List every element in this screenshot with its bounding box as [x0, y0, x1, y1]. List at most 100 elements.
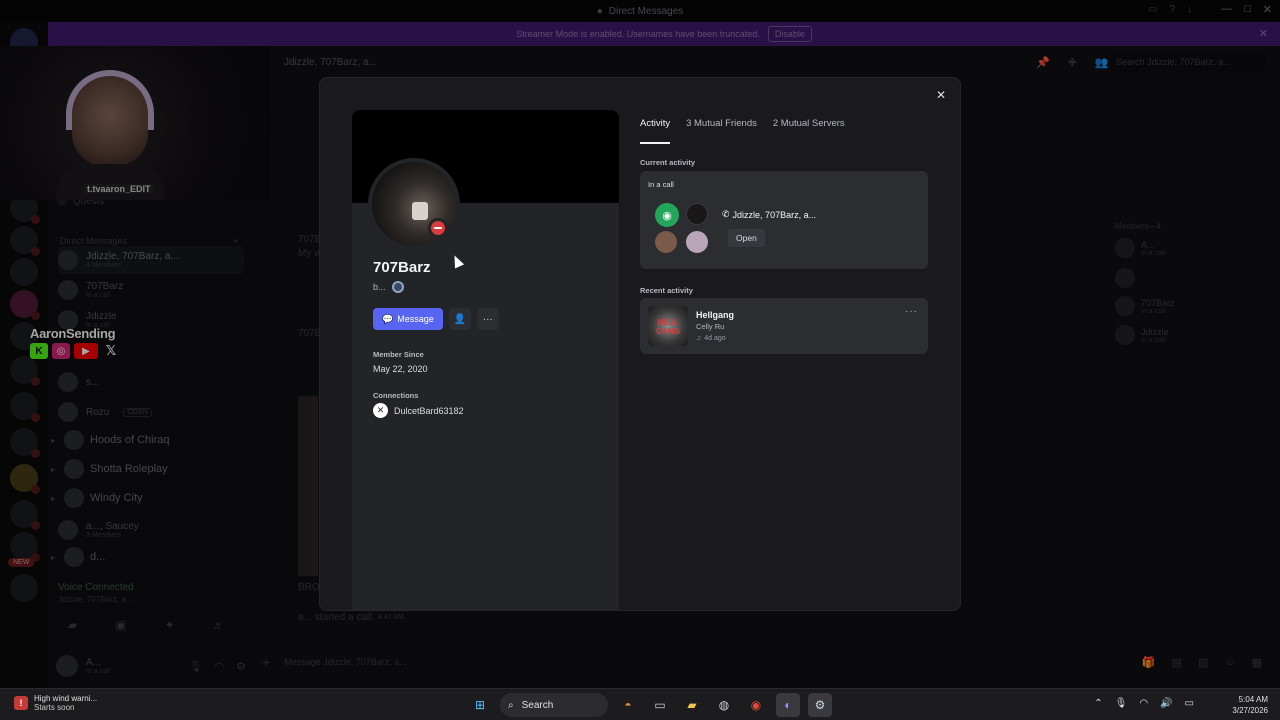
server-folder[interactable]: ▸ Shotta Roleplay	[48, 456, 248, 482]
wifi-icon[interactable]: ◠	[1139, 698, 1148, 709]
maximize-button[interactable]: □	[1244, 3, 1251, 16]
tab-activity[interactable]: Activity	[640, 118, 671, 144]
window-controls: — □ ✕	[1221, 3, 1272, 16]
server-icon[interactable]	[10, 428, 40, 458]
friend-status-button[interactable]: 👤	[448, 308, 471, 330]
image-attachment[interactable]	[298, 396, 318, 576]
server-icon[interactable]	[10, 464, 40, 494]
clock[interactable]: 5:04 AM 3/27/2026	[1232, 694, 1268, 716]
task-view-icon[interactable]: ▭	[648, 693, 672, 717]
server-icon[interactable]	[10, 290, 40, 320]
message-button[interactable]: 💬 Message	[373, 308, 443, 330]
dm-item[interactable]: a..., Saucey 3 Members	[58, 516, 244, 544]
soundboard-icon[interactable]: ♬	[213, 618, 225, 632]
discord-taskbar-icon[interactable]: ◐	[776, 693, 800, 717]
taskbar-search[interactable]: ⌕ Search	[500, 693, 608, 717]
tab-mutual-servers[interactable]: 2 Mutual Servers	[773, 118, 845, 140]
chevron-up-icon[interactable]: ⌃	[1094, 698, 1102, 709]
message-input[interactable]: Message Jdizzle, 707Barz, a...	[284, 657, 407, 667]
add-attachment-icon[interactable]: +	[262, 654, 270, 670]
x-icon: 𝕏	[105, 343, 117, 358]
add-dm-icon[interactable]: +	[233, 236, 238, 246]
chrome-icon[interactable]: ◉	[744, 693, 768, 717]
emoji-icon[interactable]: ☺	[1224, 656, 1235, 669]
member-item[interactable]: A... In a call	[1115, 238, 1165, 258]
headphones-icon[interactable]: ◠	[215, 660, 225, 673]
server-folder[interactable]: ▸ d...	[48, 544, 248, 570]
banner-text: Streamer Mode is enabled. Usernames have…	[516, 29, 760, 39]
avatar[interactable]	[56, 655, 78, 677]
avatar	[1115, 268, 1135, 288]
server-icon[interactable]	[10, 532, 40, 562]
members-icon[interactable]: 👥	[1095, 56, 1109, 69]
avatar	[64, 547, 84, 567]
chat-title: Jdizzle, 707Barz, a...	[284, 56, 377, 68]
server-folder[interactable]: ▸ Hoods of Chiraq	[48, 427, 248, 453]
server-icon[interactable]	[10, 392, 40, 422]
close-window-button[interactable]: ✕	[1263, 3, 1272, 16]
server-icon[interactable]	[10, 356, 40, 386]
server-icon[interactable]	[10, 574, 38, 602]
activities-icon[interactable]: ✦	[165, 618, 175, 632]
dm-item[interactable]: Jdizzle, 707Barz, a... 4 Members	[58, 246, 244, 274]
call-name: ✆ Jdizzle, 707Barz, a...	[722, 209, 817, 220]
participant-avatar	[686, 231, 708, 253]
screen-share-icon[interactable]: ▣	[115, 618, 126, 632]
search-icon: ⌕	[508, 699, 514, 711]
member-item[interactable]: Jdizzle In a call	[1115, 325, 1169, 345]
recent-title: Hellgang	[696, 310, 735, 320]
member-item[interactable]: 707Barz In a call	[1115, 296, 1175, 316]
open-call-button[interactable]: Open	[728, 229, 765, 247]
member-item[interactable]	[1115, 268, 1135, 288]
obs-icon[interactable]: ◍	[712, 693, 736, 717]
participant-avatar	[655, 231, 677, 253]
weather-widget[interactable]: ! High wind warni... Starts soon	[14, 694, 97, 712]
chevron-right-icon: ▸	[50, 435, 55, 445]
disable-streamer-mode-button[interactable]: Disable	[767, 26, 812, 42]
sticker-icon[interactable]: ▧	[1198, 656, 1208, 669]
avatar	[1115, 238, 1135, 258]
instagram-icon: ◎	[52, 343, 70, 359]
inbox-icon[interactable]: ▭	[1148, 4, 1157, 15]
desktop: ● Direct Messages ▭ ? ↓ — □ ✕ Streamer M…	[0, 0, 1280, 720]
chevron-right-icon: ▸	[50, 493, 55, 503]
microphone-icon[interactable]: 🎙	[189, 660, 203, 673]
minimize-button[interactable]: —	[1221, 3, 1232, 16]
server-icon[interactable]	[10, 226, 40, 256]
volume-icon[interactable]: 🔊	[1160, 698, 1172, 709]
widgets-icon[interactable]: ◓	[616, 693, 640, 717]
search-input[interactable]: Search Jdizzle, 707Barz, a...	[1110, 52, 1266, 72]
add-friend-icon[interactable]: ✚	[1068, 56, 1077, 69]
gif-icon[interactable]: ▤	[1172, 656, 1182, 669]
more-options-button[interactable]: ···	[476, 308, 499, 330]
help-icon[interactable]: ?	[1169, 4, 1175, 15]
file-explorer-icon[interactable]: ▰	[680, 693, 704, 717]
steam-icon[interactable]: ⚙	[808, 693, 832, 717]
server-folder[interactable]: ▸ Windy City	[48, 485, 248, 511]
recent-time: ♫ 4d ago	[696, 335, 726, 342]
taskbar-apps: ⊞ ⌕ Search ◓ ▭ ▰ ◍ ◉ ◐ ⚙	[468, 693, 832, 717]
battery-icon[interactable]: ▭	[1185, 698, 1194, 709]
pin-icon[interactable]: 📌	[1036, 56, 1050, 69]
avatar	[64, 459, 84, 479]
settings-gear-icon[interactable]: ⚙	[236, 660, 246, 673]
tab-mutual-friends[interactable]: 3 Mutual Friends	[686, 118, 757, 140]
camera-off-icon[interactable]: ▰	[68, 618, 77, 632]
profile-avatar[interactable]	[368, 158, 460, 250]
server-icon[interactable]	[10, 500, 40, 530]
dm-item[interactable]: 707Barz In a call	[58, 276, 244, 304]
apps-icon[interactable]: ▦	[1252, 656, 1262, 669]
dm-item[interactable]: s...	[58, 368, 244, 396]
close-modal-icon[interactable]: ✕	[932, 86, 950, 104]
microphone-tray-icon[interactable]: 🎙	[1115, 698, 1128, 709]
more-options-icon[interactable]: ···	[905, 306, 918, 317]
dm-item[interactable]: Rozu OGEN	[58, 398, 244, 426]
chat-bubble-icon: 💬	[382, 313, 394, 324]
download-icon[interactable]: ↓	[1187, 4, 1192, 15]
recent-activity-card[interactable]: HELL GANG Hellgang Celly Ru ♫ 4d ago ···	[640, 298, 928, 354]
windows-start-icon[interactable]: ⊞	[468, 693, 492, 717]
server-icon[interactable]	[10, 258, 38, 286]
close-banner-icon[interactable]: ✕	[1259, 27, 1268, 40]
gift-icon[interactable]: 🎁	[1142, 656, 1156, 669]
xbox-connection[interactable]: ✕ DulcetBard63182	[373, 403, 464, 418]
